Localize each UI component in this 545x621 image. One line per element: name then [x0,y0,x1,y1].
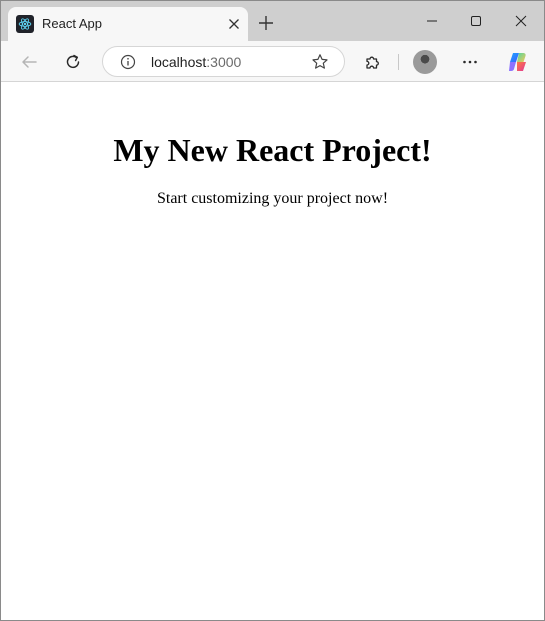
puzzle-icon[interactable] [362,51,384,73]
ellipsis-icon[interactable] [459,51,481,73]
plus-icon[interactable] [257,14,275,32]
page-subtitle: Start customizing your project now! [156,190,389,207]
browser-window: React App localhost:3000 My New React Pr… [0,0,545,621]
page-title: My New React Project! [113,132,432,168]
url-host: localhost [151,54,207,70]
close-icon[interactable] [226,16,242,32]
url-port: :3000 [206,54,242,70]
tab-title: React App [42,16,102,31]
info-icon[interactable] [119,53,137,71]
address-bar[interactable]: localhost:3000 [102,46,345,77]
reload-icon[interactable] [62,51,84,73]
window-close-icon[interactable] [509,11,533,31]
maximize-icon[interactable] [464,11,488,31]
minimize-icon[interactable] [420,11,444,31]
browser-toolbar: localhost:3000 [1,41,544,82]
star-icon[interactable] [311,53,329,71]
page-viewport: My New React Project! Start customizing … [1,82,544,620]
react-logo-icon [16,15,34,33]
profile-avatar[interactable] [413,50,437,74]
copilot-icon[interactable] [506,50,530,74]
arrow-left-icon[interactable] [18,51,40,73]
url-text[interactable]: localhost:3000 [151,54,241,70]
toolbar-divider [398,54,399,70]
tab-react-app[interactable]: React App [8,7,248,41]
tab-strip: React App [1,1,544,41]
